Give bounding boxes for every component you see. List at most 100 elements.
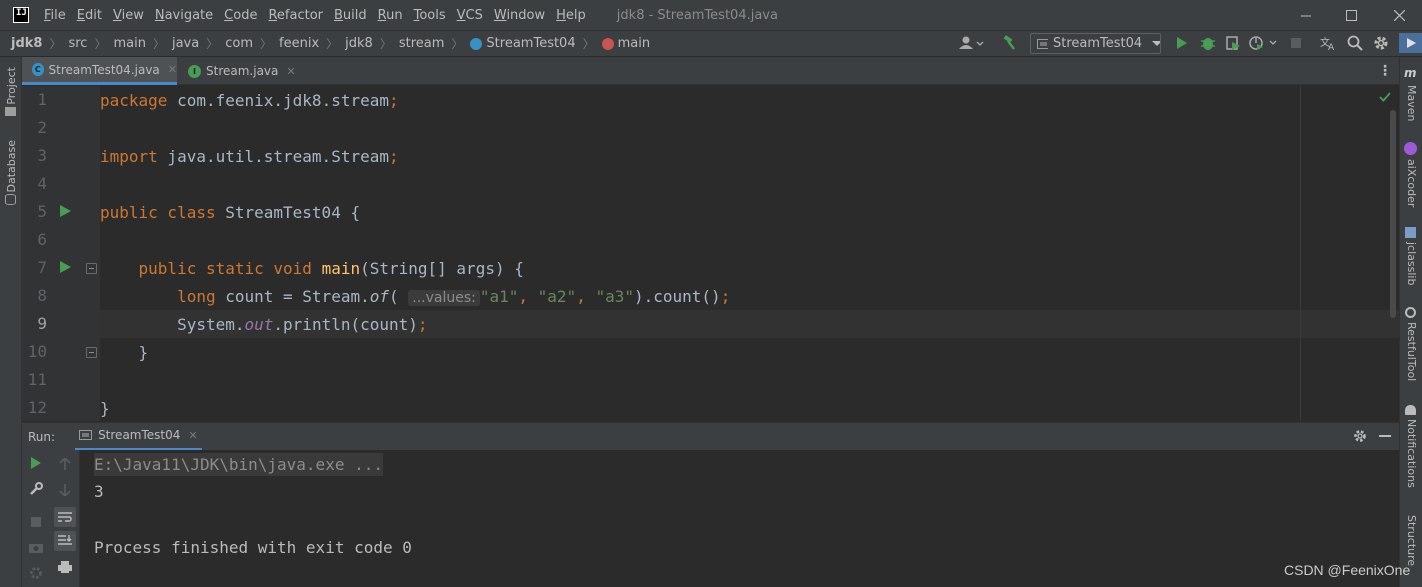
window-title: jdk8 - StreamTest04.java: [616, 7, 778, 23]
code-editor[interactable]: 1 2 3 4 5 6 7 8 9 10 11 12 package com.f…: [22, 86, 1399, 421]
user-icon[interactable]: [958, 36, 984, 50]
build-hammer-icon[interactable]: [1002, 35, 1018, 51]
code-line-1: package com.feenix.jdk8.stream;: [100, 91, 399, 110]
breadcrumb-item[interactable]: jdk8 〉: [345, 35, 399, 52]
search-icon: [1347, 35, 1363, 51]
tab-stream[interactable]: I Stream.java ✕: [178, 57, 308, 85]
print-icon[interactable]: [58, 561, 72, 573]
run-panel-label: Run:: [28, 429, 56, 444]
folder-icon: [5, 107, 16, 116]
soft-wrap-button[interactable]: [54, 507, 76, 527]
close-tab-icon[interactable]: ✕: [188, 429, 197, 442]
editor-tab-bar: C StreamTest04.java ✕ I Stream.java ✕ ⋮: [22, 57, 1399, 85]
breadcrumb-item-method[interactable]: main: [601, 36, 650, 51]
jclasslib-tool-button[interactable]: jclasslib: [1405, 242, 1418, 285]
breadcrumb-item[interactable]: src 〉: [68, 35, 113, 52]
notifications-tool-button[interactable]: Notifications: [1405, 419, 1418, 488]
maximize-button[interactable]: [1328, 0, 1374, 30]
menu-tools[interactable]: Tools: [414, 8, 446, 23]
editor-gutter: 1 2 3 4 5 6 7 8 9 10 11 12: [22, 86, 100, 421]
search-button[interactable]: [1347, 35, 1363, 51]
settings-icon[interactable]: [29, 566, 43, 580]
menu-window[interactable]: Window: [494, 8, 545, 23]
tab-streamtest04[interactable]: C StreamTest04.java ✕: [22, 57, 177, 85]
breadcrumb-item[interactable]: stream 〉: [399, 35, 471, 52]
run-settings-button[interactable]: [1353, 429, 1367, 443]
fold-icon[interactable]: [86, 347, 97, 358]
menu-navigate[interactable]: Navigate: [155, 8, 213, 23]
menu-help[interactable]: Help: [556, 8, 586, 23]
svg-text:A: A: [1328, 43, 1335, 51]
rerun-icon[interactable]: [30, 457, 42, 469]
console-command-line[interactable]: E:\Java11\JDK\bin\java.exe ...: [94, 453, 383, 476]
structure-tool-button[interactable]: Structure: [1405, 515, 1418, 566]
menu-run[interactable]: Run: [378, 8, 403, 23]
watermark: CSDN @FeenixOne: [1284, 562, 1411, 578]
menu-build[interactable]: Build: [334, 8, 367, 23]
stop-icon[interactable]: [31, 517, 41, 527]
intellij-logo-icon: IJ: [13, 7, 29, 23]
breadcrumb-item[interactable]: java 〉: [172, 35, 225, 52]
camera-icon[interactable]: [29, 541, 43, 553]
settings-button[interactable]: [1373, 35, 1389, 51]
translate-button[interactable]: 文A: [1320, 35, 1336, 51]
breadcrumb-item[interactable]: jdk8 〉: [11, 35, 68, 52]
close-icon: [1393, 9, 1405, 21]
restfultool-tool-button[interactable]: RestfulTool: [1405, 322, 1418, 381]
run-panel-header: Run: StreamTest04 ✕: [22, 422, 1399, 451]
scroll-to-end-button[interactable]: [54, 531, 76, 551]
database-icon: [5, 194, 16, 205]
class-icon: C: [32, 63, 44, 76]
run-class-gutter-icon[interactable]: [60, 205, 71, 217]
console-output[interactable]: E:\Java11\JDK\bin\java.exe ... 3 Process…: [80, 450, 1399, 587]
maximize-icon: [1345, 9, 1357, 21]
triangle-icon: [1406, 38, 1416, 48]
debug-button[interactable]: [1200, 35, 1216, 51]
aixcoder-tool-button[interactable]: aiXcoder: [1405, 159, 1418, 207]
run-button[interactable]: [1175, 36, 1189, 50]
minimize-button[interactable]: [1283, 0, 1329, 30]
tab-label: StreamTest04.java: [48, 62, 160, 77]
line-number: 1: [37, 90, 47, 109]
method-icon: [601, 37, 614, 50]
no-problems-check-icon[interactable]: [1379, 92, 1391, 102]
fold-icon[interactable]: [86, 263, 97, 274]
maven-tool-button[interactable]: Maven: [1405, 85, 1418, 121]
breadcrumb-item[interactable]: com 〉: [225, 35, 279, 52]
arrow-up-icon[interactable]: [59, 458, 71, 470]
run-main-gutter-icon[interactable]: [60, 261, 71, 273]
breadcrumb-item[interactable]: main 〉: [113, 35, 172, 52]
line-number: 5: [37, 202, 47, 221]
more-options-icon[interactable]: ⋮: [1378, 63, 1392, 79]
project-tool-button[interactable]: Project: [5, 67, 18, 105]
run-tab-streamtest04[interactable]: StreamTest04 ✕: [75, 423, 202, 451]
arrow-down-icon[interactable]: [59, 484, 71, 496]
menu-vcs[interactable]: VCS: [457, 8, 483, 23]
close-tab-icon[interactable]: ✕: [286, 65, 295, 78]
wrench-icon[interactable]: [29, 482, 43, 496]
editor-scrollbar[interactable]: [1390, 110, 1396, 318]
code-line-12: }: [100, 399, 110, 418]
run-config-dropdown[interactable]: StreamTest04: [1030, 33, 1161, 54]
close-window-button[interactable]: [1376, 0, 1422, 30]
code-with-me-button[interactable]: [1399, 33, 1422, 53]
coverage-button[interactable]: [1225, 35, 1241, 51]
close-tab-icon[interactable]: ✕: [168, 63, 177, 76]
breadcrumb-item[interactable]: feenix 〉: [279, 35, 345, 52]
menu-code[interactable]: Code: [224, 8, 257, 23]
database-tool-button[interactable]: Database: [5, 140, 18, 193]
menu-edit[interactable]: Edit: [77, 8, 102, 23]
stop-button[interactable]: [1290, 37, 1302, 49]
menu-file[interactable]: File: [44, 8, 66, 23]
run-config-icon: [79, 430, 93, 440]
profile-button[interactable]: [1248, 35, 1278, 51]
minimize-panel-icon[interactable]: [1379, 435, 1391, 437]
line-number: 12: [27, 398, 47, 417]
breadcrumb-item-class[interactable]: StreamTest04 〉: [470, 35, 601, 52]
translate-icon: 文A: [1320, 36, 1335, 51]
menu-refactor[interactable]: Refactor: [268, 8, 323, 23]
soft-wrap-icon: [58, 512, 72, 522]
console-exit-message: Process finished with exit code 0: [94, 538, 412, 557]
menu-view[interactable]: View: [113, 8, 144, 23]
line-number: 7: [37, 258, 47, 277]
